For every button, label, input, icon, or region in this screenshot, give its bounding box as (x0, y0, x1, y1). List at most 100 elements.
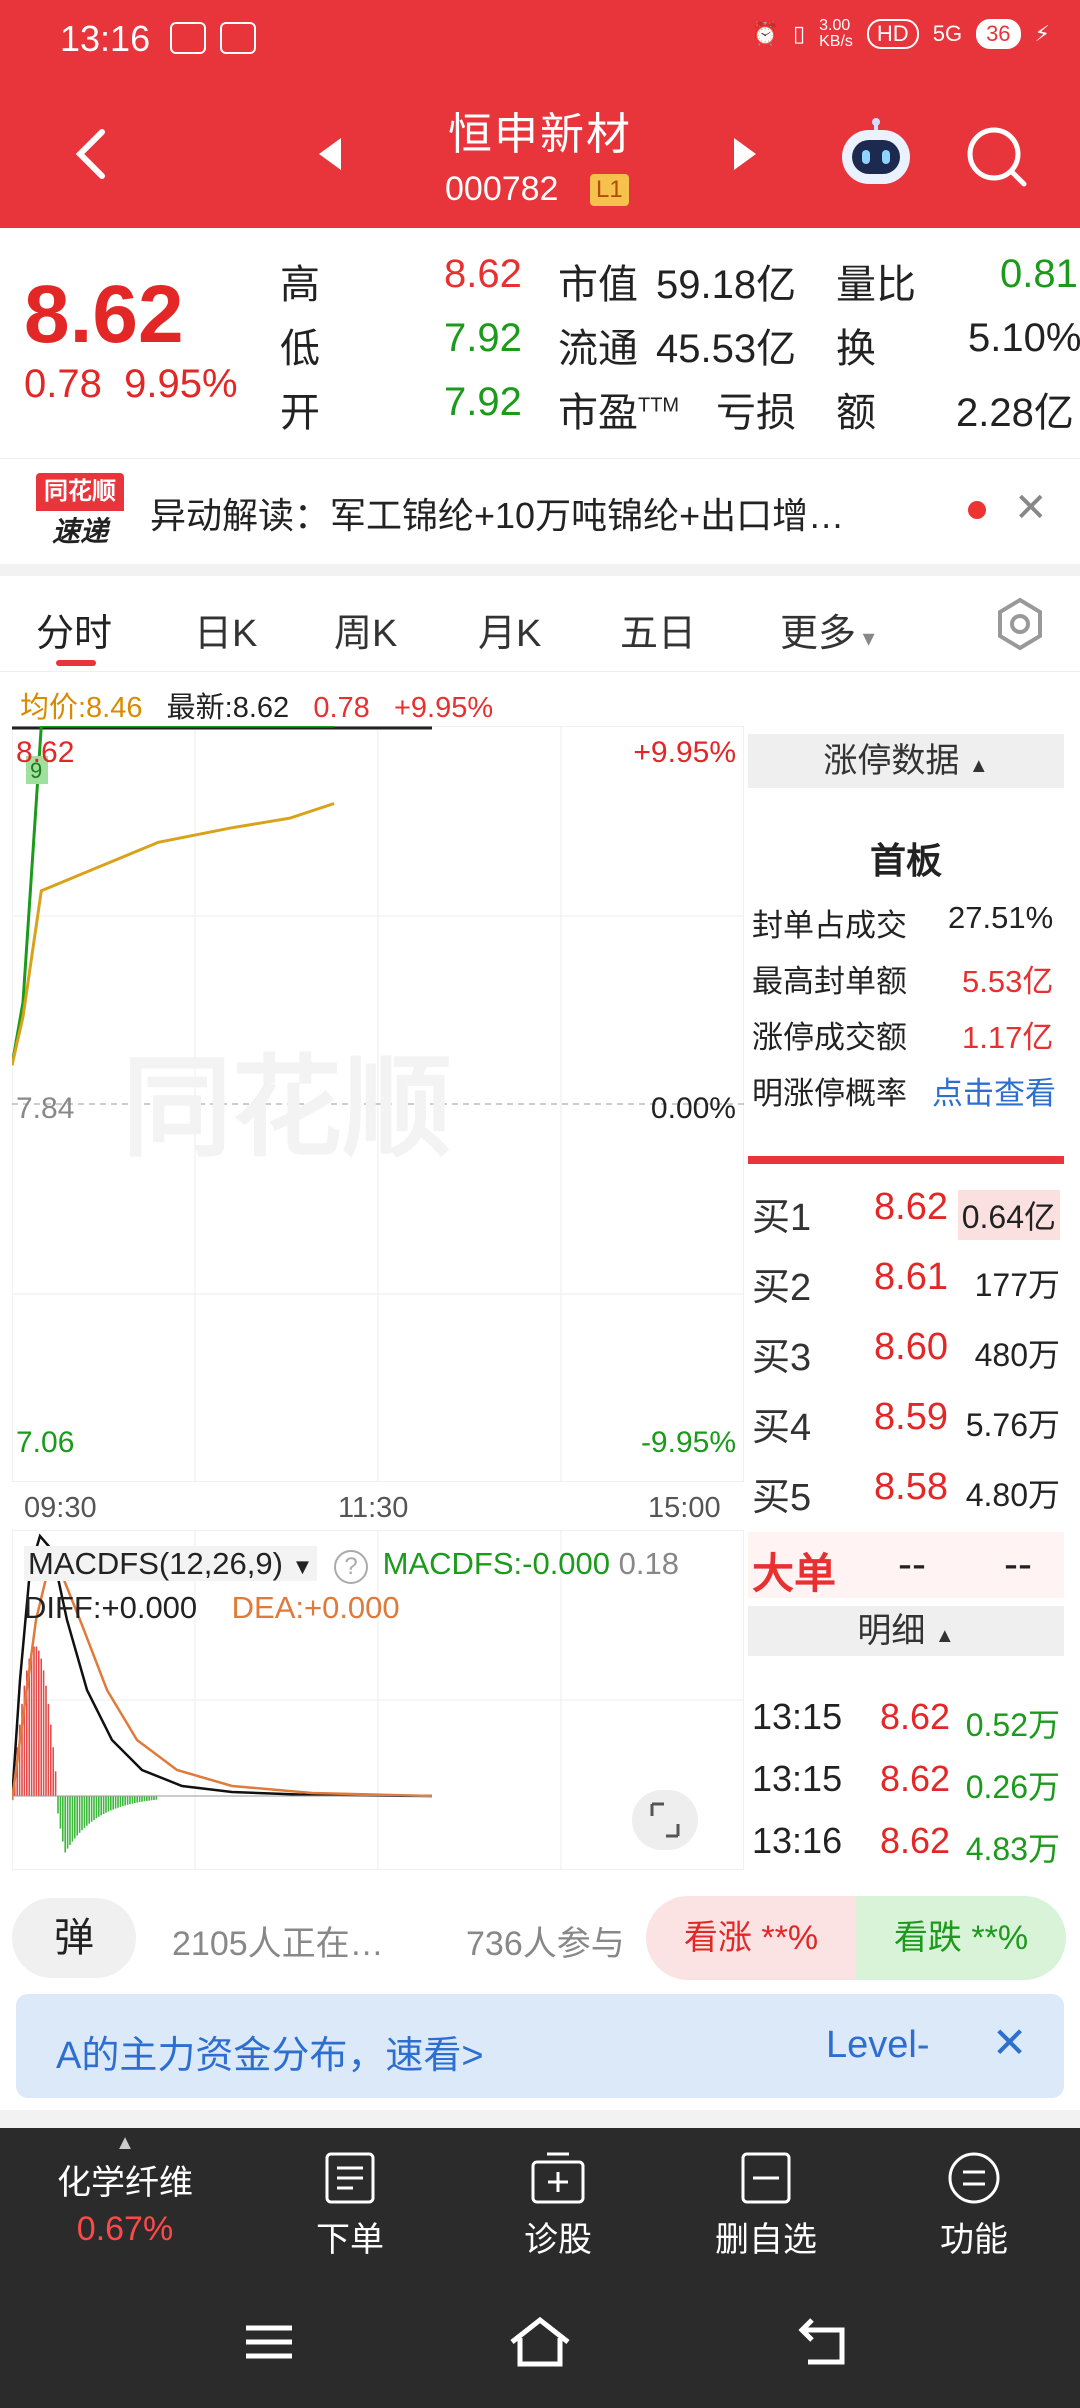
bid-row-4[interactable]: 买4 8.59 5.76万 (752, 1386, 1064, 1450)
remove-watchlist-button[interactable]: 删自选 (686, 2150, 846, 2261)
macd-bar (88, 1796, 90, 1824)
macd-bar (90, 1796, 93, 1822)
menu-icon (948, 2152, 1000, 2204)
order-book-divider (748, 1156, 1064, 1164)
bid-price: 8.59 (874, 1396, 948, 1438)
view-probability-link[interactable]: 点击查看 (932, 1068, 1056, 1113)
robot-assistant-icon[interactable] (838, 118, 914, 188)
intraday-chart[interactable]: 同花顺 9 8.62 7.84 7.06 +9.95% 0.00% -9.95% (12, 726, 744, 1482)
limit-data-header[interactable]: 涨停数据 ▲ (748, 734, 1064, 788)
tick-price: 8.62 (880, 1696, 951, 1737)
change-value: 0.78 (24, 362, 102, 406)
functions-button[interactable]: 功能 (894, 2150, 1054, 2261)
tab-more[interactable]: 更多 ▾ (780, 602, 875, 657)
bid-price: 8.62 (874, 1186, 948, 1228)
logo-bottom-text: 速递 (51, 516, 108, 547)
macd-bar (114, 1796, 117, 1809)
tonghuashun-express-logo: 同花顺 速递 (36, 473, 124, 553)
expand-button[interactable] (632, 1790, 698, 1850)
order-button[interactable]: 下单 (270, 2150, 430, 2261)
mktcap-label: 市值 (558, 263, 638, 307)
help-icon[interactable]: ? (334, 1550, 368, 1584)
macd-bar (30, 1650, 33, 1796)
macd-bar (59, 1796, 62, 1829)
close-icon[interactable]: ✕ (992, 2018, 1027, 2067)
tab-intraday[interactable]: 分时 (36, 602, 112, 657)
change-percent: 9.95% (124, 362, 238, 406)
promo-banner[interactable]: A的主力资金分布，速看> Level- ✕ (16, 1994, 1064, 2098)
vibrate-icon: ▯ (793, 21, 806, 46)
volratio-value: 0.81 (1000, 252, 1078, 296)
price-axis-bottom: 7.06 (16, 1426, 74, 1459)
macd-bar (129, 1796, 131, 1805)
collapse-icon: ▲ (968, 755, 989, 777)
amount-label: 额 (836, 391, 876, 435)
bearish-button[interactable]: 看跌 **% (856, 1896, 1066, 1980)
limit-row-value: 27.51% (948, 900, 1054, 935)
diagnose-button[interactable]: 诊股 (478, 2150, 638, 2261)
status-time: 13:16 (60, 18, 151, 59)
time-axis-mid: 11:30 (338, 1492, 409, 1524)
bid-row-2[interactable]: 买2 8.61 177万 (752, 1246, 1064, 1310)
close-icon[interactable]: ✕ (1014, 485, 1048, 531)
float-label: 流通 (558, 327, 638, 371)
limit-row-label: 最高封单额 (752, 964, 907, 999)
macd-bar (122, 1796, 124, 1807)
home-icon[interactable] (508, 2316, 572, 2368)
bottom-toolbar: ▲ 化学纤维 0.67% 下单 诊股 删自选 功能 (0, 2128, 1080, 2292)
macd-bar (52, 1747, 54, 1796)
big-order-value-2: -- (1004, 1540, 1032, 1587)
macd-bar (146, 1796, 148, 1801)
watching-count[interactable]: 2105人正在… (172, 1916, 384, 1965)
limit-row-label: 封单占成交 (752, 908, 907, 943)
dropdown-icon: ▾ (856, 625, 875, 652)
danmu-toggle-button[interactable]: 弹 (12, 1898, 136, 1978)
macd-bar (35, 1646, 38, 1796)
search-icon[interactable] (964, 124, 1028, 188)
big-order-label: 大单 (752, 1550, 837, 1597)
bid-row-5[interactable]: 买5 8.58 4.80万 (752, 1456, 1064, 1520)
tab-five-day[interactable]: 五日 (620, 602, 696, 657)
diff-value: DIFF:+0.000 (24, 1590, 198, 1625)
bid-row-3[interactable]: 买3 8.60 480万 (752, 1316, 1064, 1380)
macd-name: MACDFS(12,26,9) (28, 1546, 283, 1581)
tick-price: 8.62 (880, 1820, 951, 1861)
limit-row-probability: 明涨停概率 点击查看 (752, 1068, 1056, 1113)
settings-icon[interactable] (992, 596, 1048, 652)
bid-row-1[interactable]: 买1 8.62 0.64亿 (752, 1176, 1064, 1240)
banner-text: A的主力资金分布，速看> (56, 2035, 484, 2077)
charging-icon: ⚡ (1034, 21, 1050, 46)
macd-bar (76, 1796, 78, 1836)
tab-weekly-k[interactable]: 周K (334, 602, 397, 657)
tab-daily-k[interactable]: 日K (194, 602, 257, 657)
pe-sup: TTM (638, 394, 680, 417)
macd-bar (141, 1796, 143, 1802)
system-back-icon[interactable] (798, 2316, 852, 2366)
sector-button[interactable]: ▲ 化学纤维 0.67% (0, 2132, 250, 2249)
hd-badge: HD (866, 19, 919, 49)
macd-indicator-select[interactable]: MACDFS(12,26,9) ▼ (24, 1546, 318, 1581)
macd-bar (45, 1685, 47, 1796)
remove-watchlist-label: 删自选 (715, 2221, 817, 2259)
macd-bar (95, 1796, 98, 1819)
bid-label: 买5 (752, 1477, 812, 1519)
limit-row-limit-amount: 涨停成交额 1.17亿 (752, 1012, 1053, 1057)
pe-label-text: 市盈 (558, 391, 638, 435)
tab-monthly-k[interactable]: 月K (478, 602, 541, 657)
time-axis-close: 15:00 (648, 1492, 721, 1524)
watermark-text: 同花顺 (122, 1047, 452, 1170)
news-headline[interactable]: 异动解读：军工锦纶+10万吨锦纶+出口增… (150, 487, 844, 539)
detail-header[interactable]: 明细 ▲ (748, 1606, 1064, 1656)
limit-row-max-seal: 最高封单额 5.53亿 (752, 956, 1053, 1001)
big-order-row[interactable]: 大单 -- -- (748, 1532, 1064, 1598)
next-stock-icon[interactable] (730, 136, 760, 172)
tick-volume: 0.26万 (965, 1769, 1060, 1805)
pe-label: 市盈TTM (558, 380, 679, 438)
news-strip[interactable]: 同花顺 速递 异动解读：军工锦纶+10万吨锦纶+出口增… ✕ (0, 458, 1080, 564)
recent-apps-icon[interactable] (244, 2322, 294, 2362)
macd-title-row: MACDFS(12,26,9) ▼ ? MACDFS:-0.000 0.18 (24, 1546, 679, 1584)
bullish-button[interactable]: 看涨 **% (646, 1896, 856, 1980)
active-tab-indicator (56, 660, 96, 666)
logo-top-text: 同花顺 (36, 473, 124, 511)
limit-data-title: 涨停数据 (823, 742, 960, 780)
